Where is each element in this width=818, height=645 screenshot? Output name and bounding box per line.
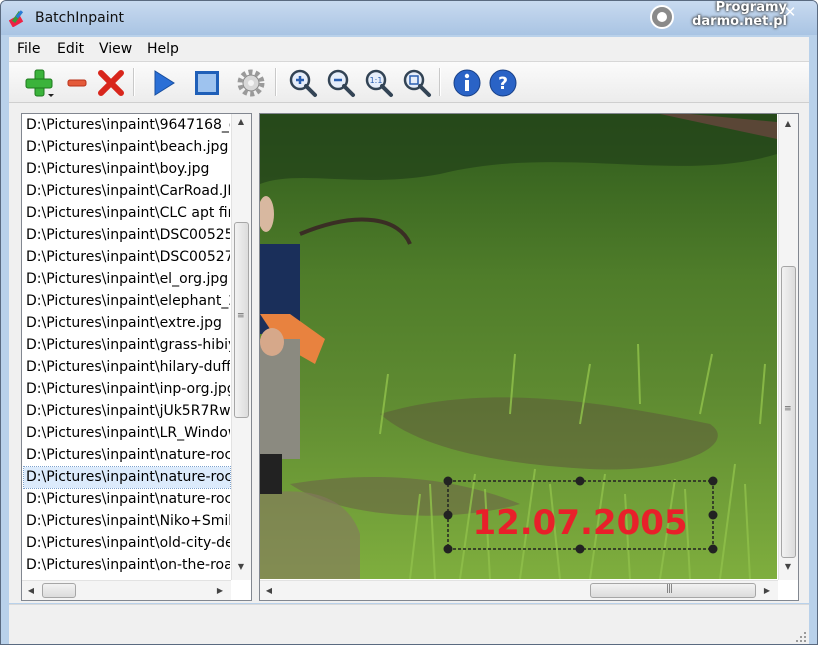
client-area: D:\Pictures\inpaint\9647168_or D:\Picture… (9, 103, 809, 603)
file-list[interactable]: D:\Pictures\inpaint\9647168_or D:\Picture… (21, 113, 252, 601)
file-list-item[interactable]: D:\Pictures\inpaint\nature-rock (24, 489, 230, 510)
image-vertical-scrollbar[interactable]: ▲ ≡ ▼ (778, 114, 798, 580)
file-list-item[interactable]: D:\Pictures\inpaint\extre.jpg (24, 313, 230, 334)
file-list-item[interactable]: D:\Pictures\inpaint\DSC00527.J (24, 247, 230, 268)
scroll-right-arrow-icon[interactable]: ▶ (212, 586, 228, 595)
zoom-fit-button[interactable] (399, 65, 433, 99)
file-list-item[interactable]: D:\Pictures\inpaint\on-the-road (24, 555, 230, 576)
add-icon (25, 69, 54, 97)
file-list-item[interactable]: D:\Pictures\inpaint\boy.jpg (24, 159, 230, 180)
zoom-actual-button[interactable]: 1:1 (361, 65, 395, 99)
date-stamp-text: 12.07.2005 (472, 503, 687, 543)
scroll-up-arrow-icon[interactable]: ▲ (233, 117, 249, 126)
window-title: BatchInpaint (35, 10, 124, 26)
add-button[interactable] (21, 65, 55, 99)
grip-icon: ||| (666, 584, 673, 594)
zoom-out-icon (327, 69, 355, 97)
menu-file[interactable]: File (17, 41, 40, 57)
file-list-item[interactable]: D:\Pictures\inpaint\inp-org.jpg (24, 379, 230, 400)
zoom-actual-icon: 1:1 (365, 69, 393, 97)
settings-icon (237, 69, 265, 97)
file-list-item[interactable]: D:\Pictures\inpaint\hilary-duff- (24, 357, 230, 378)
file-list-horizontal-scrollbar[interactable]: ◀ ▶ (22, 580, 231, 600)
title-bar[interactable]: BatchInpaint Programy darmo.net.pl ✕ (1, 1, 817, 35)
delete-button[interactable] (93, 65, 127, 99)
watermark-gear-icon (650, 5, 675, 29)
status-bar (9, 604, 809, 644)
photo-canvas[interactable]: 12.07.2005 (260, 114, 777, 579)
image-horizontal-scrollbar[interactable]: ◀ ||| ▶ (260, 580, 778, 600)
info-button[interactable] (449, 65, 483, 99)
toolbar: 1:1 ? (9, 62, 809, 103)
file-list-item[interactable]: D:\Pictures\inpaint\LR_Window (24, 423, 230, 444)
file-list-item[interactable]: D:\Pictures\inpaint\beach.jpg (24, 137, 230, 158)
menu-help[interactable]: Help (147, 41, 179, 57)
grip-icon: ≡ (237, 311, 244, 321)
menu-view[interactable]: View (99, 41, 132, 57)
app-window: BatchInpaint Programy darmo.net.pl ✕ Fil… (0, 0, 818, 645)
zoom-in-icon (289, 69, 317, 97)
scroll-left-arrow-icon[interactable]: ◀ (261, 586, 277, 595)
remove-button[interactable] (59, 65, 93, 99)
remove-icon (67, 79, 87, 87)
run-icon (154, 70, 175, 96)
file-list-item[interactable]: D:\Pictures\inpaint\old-city-de (24, 533, 230, 554)
zoom-out-button[interactable] (323, 65, 357, 99)
selection-icon (195, 71, 219, 95)
help-icon: ? (489, 69, 517, 97)
scroll-down-arrow-icon[interactable]: ▼ (780, 562, 796, 571)
settings-button[interactable] (233, 65, 267, 99)
file-list-item[interactable]: D:\Pictures\inpaint\Niko+Smili (24, 511, 230, 532)
scroll-down-arrow-icon[interactable]: ▼ (233, 562, 249, 571)
file-list-item[interactable]: D:\Pictures\inpaint\CLC apt fire (24, 203, 230, 224)
grip-icon: ≡ (784, 404, 791, 414)
file-list-item[interactable]: D:\Pictures\inpaint\el_org.jpg (24, 269, 230, 290)
run-button[interactable] (145, 65, 179, 99)
toolbar-separator (133, 68, 135, 96)
zoom-fit-icon (403, 69, 431, 97)
app-icon (9, 10, 24, 27)
file-list-item[interactable]: D:\Pictures\inpaint\elephant_2. (24, 291, 230, 312)
image-hscroll-thumb[interactable] (590, 583, 756, 598)
zoom-in-button[interactable] (285, 65, 319, 99)
svg-text:?: ? (498, 74, 508, 94)
delete-icon (98, 70, 124, 96)
file-list-item[interactable]: D:\Pictures\inpaint\nature-rock (24, 445, 230, 466)
file-list-item[interactable]: D:\Pictures\inpaint\9647168_or (24, 115, 230, 136)
file-list-hscroll-thumb[interactable] (42, 583, 76, 598)
file-list-item[interactable]: D:\Pictures\inpaint\jUk5R7RwW (24, 401, 230, 422)
image-view[interactable]: 12.07.2005 ▲ ≡ ▼ ◀ ||| ▶ (259, 113, 799, 601)
close-button[interactable]: ✕ (771, 3, 809, 21)
scroll-right-arrow-icon[interactable]: ▶ (759, 586, 775, 595)
file-list-item[interactable]: D:\Pictures\inpaint\DSC00525.J (24, 225, 230, 246)
zoom-actual-label: 1:1 (370, 76, 383, 85)
help-button[interactable]: ? (485, 65, 519, 99)
file-list-item[interactable]: D:\Pictures\inpaint\nature-rock (23, 466, 231, 489)
file-list-item[interactable]: D:\Pictures\inpaint\CarRoad.JPG (24, 181, 230, 202)
file-list-item[interactable]: D:\Pictures\inpaint\grass-hibiya (24, 335, 230, 356)
file-list-vertical-scrollbar[interactable]: ▲ ≡ ▼ (231, 114, 251, 580)
menu-bar: File Edit View Help (9, 37, 809, 62)
selection-button[interactable] (189, 65, 223, 99)
scroll-left-arrow-icon[interactable]: ◀ (23, 586, 39, 595)
scroll-up-arrow-icon[interactable]: ▲ (780, 119, 796, 128)
menu-edit[interactable]: Edit (57, 41, 84, 57)
toolbar-separator (275, 68, 277, 96)
info-icon (453, 69, 481, 97)
resize-grip-icon[interactable] (795, 631, 807, 643)
toolbar-separator (439, 68, 441, 96)
